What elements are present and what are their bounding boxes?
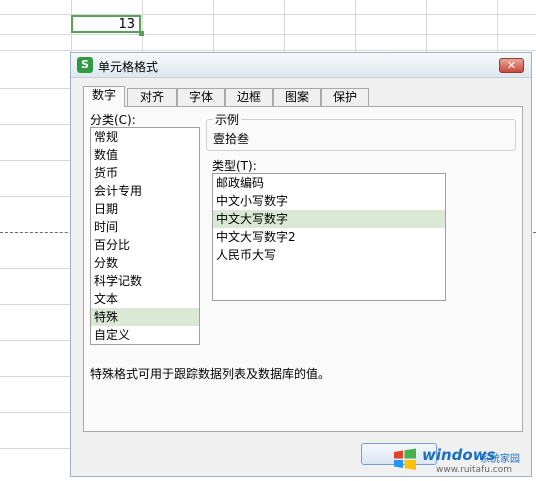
grid-row-line xyxy=(0,304,70,305)
selected-cell[interactable]: 13 xyxy=(71,15,141,33)
number-tab-panel: 分类(C): 常规 数值 货币 会计专用 日期 时间 百分比 分数 科学记数 文… xyxy=(83,106,523,432)
category-item-special[interactable]: 特殊 xyxy=(91,308,199,326)
category-item-number[interactable]: 数值 xyxy=(91,146,199,164)
grid-row-line xyxy=(0,34,536,35)
grid-row-line xyxy=(0,340,70,341)
category-item-scientific[interactable]: 科学记数 xyxy=(91,272,199,290)
tab-font[interactable]: 字体 xyxy=(177,88,225,106)
type-item-chinese-lowercase[interactable]: 中文小写数字 xyxy=(213,192,445,210)
category-item-date[interactable]: 日期 xyxy=(91,200,199,218)
grid-row-line xyxy=(0,376,70,377)
type-listbox[interactable]: 邮政编码 中文小写数字 中文大写数字 中文大写数字2 人民币大写 xyxy=(212,173,446,301)
grid-col-line xyxy=(284,0,285,52)
category-label: 分类(C): xyxy=(90,113,136,127)
sample-label: 示例 xyxy=(213,111,242,128)
sample-value: 壹拾叁 xyxy=(213,132,250,146)
category-item-general[interactable]: 常规 xyxy=(91,128,199,146)
grid-row-line xyxy=(0,196,70,197)
tab-alignment[interactable]: 对齐 xyxy=(127,88,177,106)
dialog-title: 单元格格式 xyxy=(98,60,159,74)
category-item-time[interactable]: 时间 xyxy=(91,218,199,236)
type-item-chinese-uppercase-2[interactable]: 中文大写数字2 xyxy=(213,228,445,246)
windows-logo-icon xyxy=(394,448,416,470)
close-icon: ✕ xyxy=(506,59,517,72)
wps-app-icon: S xyxy=(77,57,93,73)
grid-row-line xyxy=(0,124,70,125)
category-listbox[interactable]: 常规 数值 货币 会计专用 日期 时间 百分比 分数 科学记数 文本 特殊 自定… xyxy=(90,127,200,345)
type-item-rmb-uppercase[interactable]: 人民币大写 xyxy=(213,246,445,264)
category-description: 特殊格式可用于跟踪数据列表及数据库的值。 xyxy=(90,367,331,381)
watermark-subtitle: 系统家园 xyxy=(480,454,520,465)
grid-row-line xyxy=(0,412,70,413)
grid-row-line xyxy=(0,448,70,449)
type-label: 类型(T): xyxy=(212,159,257,173)
category-item-currency[interactable]: 货币 xyxy=(91,164,199,182)
grid-col-line xyxy=(213,0,214,52)
category-item-percentage[interactable]: 百分比 xyxy=(91,236,199,254)
format-cells-dialog: S 单元格格式 ✕ 数字 对齐 字体 边框 图案 保护 分类(C): 常规 数值… xyxy=(70,52,532,477)
grid-row-line xyxy=(0,50,536,51)
tab-number[interactable]: 数字 xyxy=(83,86,125,107)
fill-handle[interactable] xyxy=(139,31,144,36)
category-item-text[interactable]: 文本 xyxy=(91,290,199,308)
grid-row-line xyxy=(0,268,70,269)
dialog-titlebar[interactable]: S 单元格格式 ✕ xyxy=(71,53,531,78)
watermark-url: www.ruitafu.com xyxy=(436,465,513,475)
close-button[interactable]: ✕ xyxy=(499,58,524,73)
category-item-fraction[interactable]: 分数 xyxy=(91,254,199,272)
category-item-custom[interactable]: 自定义 xyxy=(91,326,199,344)
grid-col-line xyxy=(355,0,356,52)
tab-pattern[interactable]: 图案 xyxy=(273,88,321,106)
grid-col-line xyxy=(426,0,427,52)
tab-protection[interactable]: 保护 xyxy=(321,88,369,106)
grid-row-line xyxy=(0,88,70,89)
sample-group: 示例 壹拾叁 xyxy=(206,111,516,151)
grid-col-line xyxy=(142,0,143,52)
category-item-accounting[interactable]: 会计专用 xyxy=(91,182,199,200)
watermark: windows 系统家园 www.ruitafu.com xyxy=(388,440,534,480)
type-item-chinese-uppercase[interactable]: 中文大写数字 xyxy=(213,210,445,228)
tab-border[interactable]: 边框 xyxy=(225,88,273,106)
grid-col-line xyxy=(497,0,498,52)
type-item-postal-code[interactable]: 邮政编码 xyxy=(213,174,445,192)
grid-row-line xyxy=(0,160,70,161)
